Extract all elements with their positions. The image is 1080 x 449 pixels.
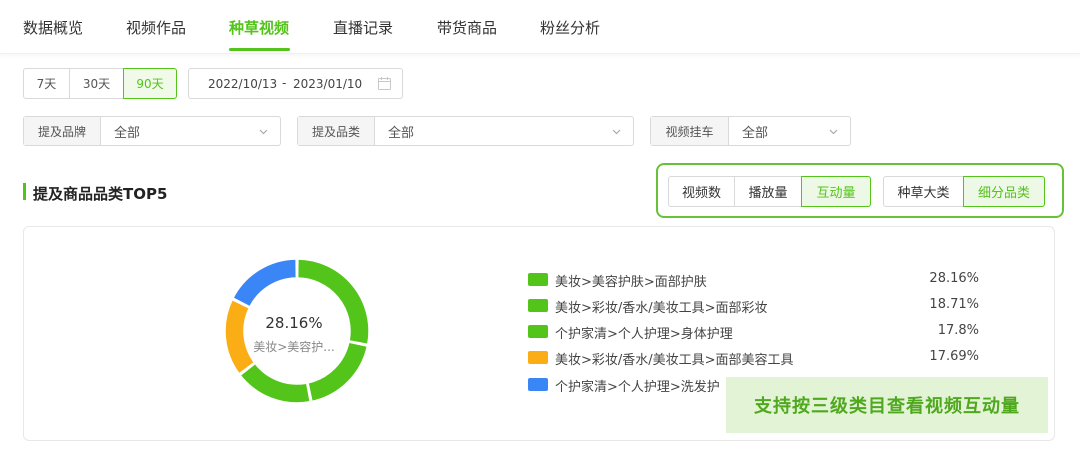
range-7d-button[interactable]: 7天 (23, 68, 70, 99)
section-title: 提及商品品类TOP5 (33, 185, 168, 203)
legend-percent: 17.8% (937, 323, 979, 338)
section-accent-bar (23, 183, 26, 200)
feature-callout-banner: 支持按三级类目查看视频互动量 (726, 377, 1048, 433)
category-filter-select[interactable]: 全部 (375, 117, 633, 145)
brand-filter[interactable]: 提及品牌 全部 (23, 116, 281, 146)
brand-filter-select[interactable]: 全部 (101, 117, 280, 145)
cart-filter-value: 全部 (742, 125, 769, 141)
legend-swatch (528, 299, 548, 312)
cart-filter-select[interactable]: 全部 (729, 117, 850, 145)
category-filter-value: 全部 (388, 125, 415, 141)
brand-filter-label: 提及品牌 (24, 117, 101, 145)
cart-filter-label: 视频挂车 (651, 117, 729, 145)
category-filter[interactable]: 提及品类 全部 (297, 116, 634, 146)
start-date: 2022/10/13 (208, 77, 278, 91)
legend-swatch (528, 325, 548, 338)
legend-swatch (528, 378, 548, 391)
range-90d-button[interactable]: 90天 (123, 68, 177, 99)
metric-plays-button[interactable]: 播放量 (734, 176, 802, 207)
legend-percent: 17.69% (929, 349, 979, 364)
date-range-picker[interactable]: 2022/10/13 - 2023/01/10 (188, 68, 403, 99)
legend-label: 个护家清>个人护理>身体护理 (555, 327, 733, 342)
level-major-category-button[interactable]: 种草大类 (883, 176, 964, 207)
legend-label: 个护家清>个人护理>洗发护 (555, 380, 720, 395)
metric-video-count-button[interactable]: 视频数 (668, 176, 735, 207)
brand-filter-value: 全部 (114, 125, 141, 141)
legend-percent: 18.71% (929, 297, 979, 312)
donut-center-value: 28.16% (265, 314, 323, 332)
category-filter-label: 提及品类 (298, 117, 375, 145)
legend-percent: 28.16% (929, 271, 979, 286)
tab-video-works[interactable]: 视频作品 (126, 17, 186, 38)
legend-item[interactable]: 个护家清>个人护理>身体护理 17.8% (528, 323, 983, 342)
donut-slice[interactable] (231, 258, 298, 308)
donut-slice[interactable] (239, 362, 312, 404)
end-date: 2023/01/10 (293, 77, 363, 91)
level-subcategory-button[interactable]: 细分品类 (963, 176, 1045, 207)
tab-data-overview[interactable]: 数据概览 (23, 17, 83, 38)
legend-label: 美妆>彩妆/香水/美妆工具>面部美容工具 (555, 353, 794, 368)
range-30d-button[interactable]: 30天 (69, 68, 124, 99)
chevron-down-icon (259, 129, 268, 135)
legend-item[interactable]: 美妆>彩妆/香水/美妆工具>面部彩妆 18.71% (528, 297, 983, 316)
tab-products[interactable]: 带货商品 (437, 17, 497, 38)
top-tab-bar: 数据概览 视频作品 种草视频 直播记录 带货商品 粉丝分析 (0, 0, 1080, 54)
legend-item[interactable]: 美妆>美容护肤>面部护肤 28.16% (528, 271, 983, 290)
calendar-icon[interactable] (378, 77, 391, 90)
legend-label: 美妆>彩妆/香水/美妆工具>面部彩妆 (555, 301, 768, 316)
legend-label: 美妆>美容护肤>面部护肤 (555, 275, 707, 290)
tab-live-records[interactable]: 直播记录 (333, 17, 393, 38)
tab-seeding-videos[interactable]: 种草视频 (229, 17, 289, 38)
date-separator: - (282, 76, 287, 90)
donut-center-label: 美妆>美容护... (253, 340, 335, 354)
donut-slice[interactable] (224, 298, 256, 375)
chevron-down-icon (829, 129, 838, 135)
metric-interactions-button[interactable]: 互动量 (801, 176, 871, 207)
legend-swatch (528, 273, 548, 286)
legend-item[interactable]: 美妆>彩妆/香水/美妆工具>面部美容工具 17.69% (528, 349, 983, 368)
tab-fans-analysis[interactable]: 粉丝分析 (540, 17, 600, 38)
cart-filter[interactable]: 视频挂车 全部 (650, 116, 851, 146)
legend-swatch (528, 351, 548, 364)
chevron-down-icon (612, 129, 621, 135)
active-tab-indicator (229, 48, 290, 51)
